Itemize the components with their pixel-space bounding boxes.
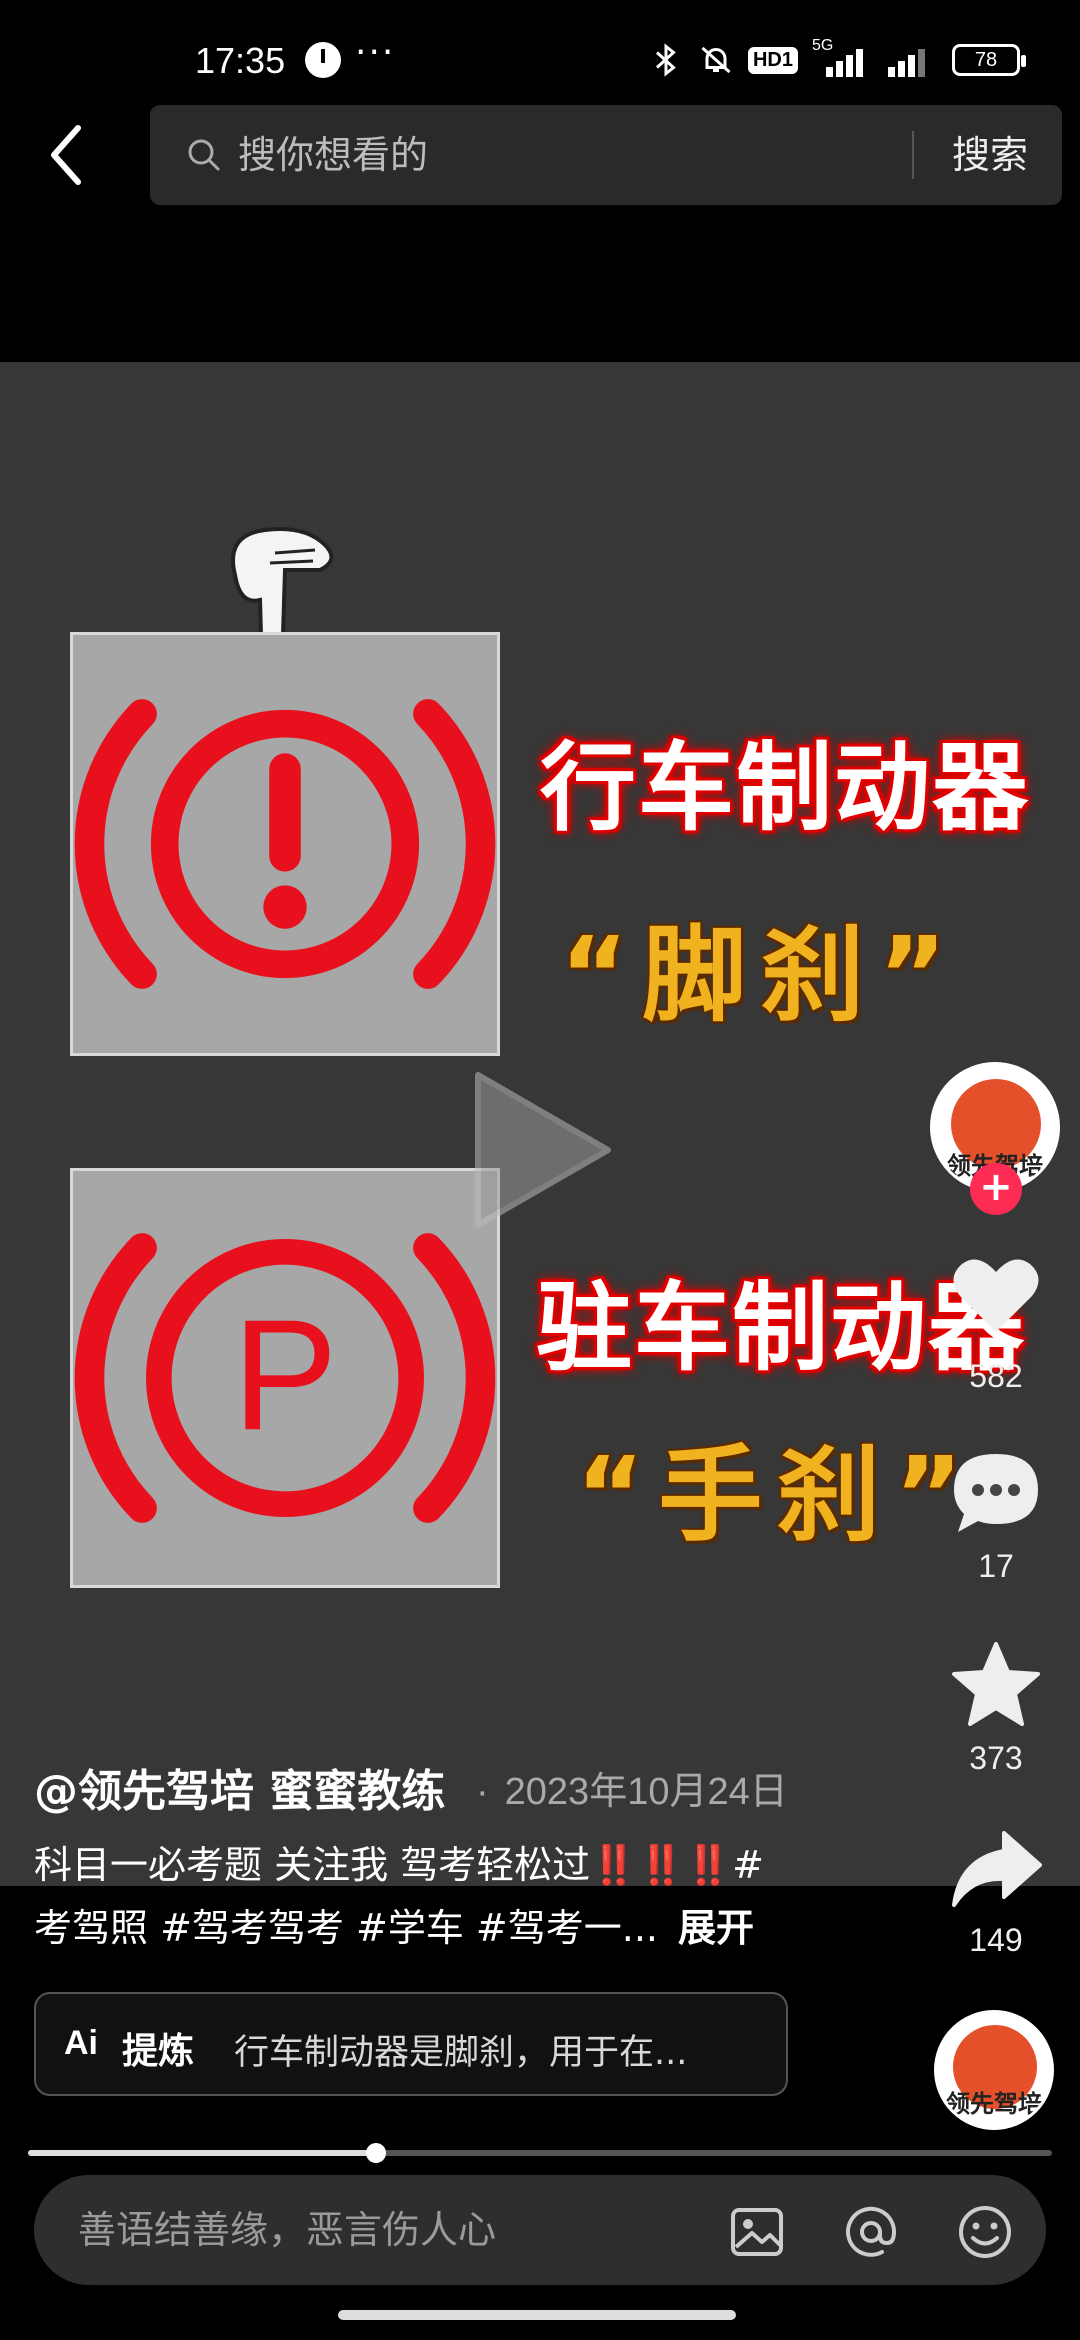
chevron-left-icon (51, 125, 81, 185)
parking-p-symbol: P (232, 1287, 337, 1463)
search-input[interactable] (238, 127, 938, 183)
status-indicators: HD1 5G 78 (648, 37, 1026, 80)
mention-button[interactable] (842, 2203, 900, 2261)
progress-fill (28, 2150, 377, 2156)
at-sign-icon (846, 2206, 897, 2257)
image-icon (731, 2208, 783, 2256)
progress-knob[interactable] (366, 2143, 387, 2163)
clock-icon (305, 42, 341, 78)
ai-sparkle-icon: Ai (64, 2024, 98, 2062)
mute-bell-icon (698, 42, 734, 78)
caption-hashtags[interactable]: 考驾照 #驾考驾考 #学车 #驾考一... (34, 1906, 658, 1950)
music-disc-text: 领先驾培 (946, 2089, 1042, 2118)
search-button[interactable]: 搜索 (930, 127, 1050, 183)
caption-hand-brake: “手刹” (576, 1434, 977, 1556)
status-bar: 17:35 ··· HD1 5G 78 (0, 0, 1080, 90)
share-arrow-icon (952, 1831, 1042, 1907)
emoji-button[interactable] (956, 2203, 1014, 2261)
post-caption-line2: 考驾照 #驾考驾考 #学车 #驾考一... 展开 (34, 1897, 754, 1952)
star-icon (952, 1642, 1040, 1726)
play-button[interactable] (468, 1065, 618, 1235)
signal-icon (882, 43, 938, 77)
caption-hash[interactable]: # (732, 1843, 764, 1887)
share-count: 149 (969, 1922, 1023, 1958)
signal-5g-icon: 5G (812, 37, 868, 77)
comment-input[interactable] (78, 2201, 698, 2259)
search-header: 搜索 (0, 90, 1080, 220)
bluetooth-icon (648, 42, 684, 78)
smiley-icon (959, 2206, 1011, 2258)
comment-button[interactable] (948, 1448, 1044, 1538)
like-count: 582 (969, 1358, 1023, 1394)
hd-badge: HD1 (747, 46, 798, 74)
more-notifications-icon: ··· (355, 32, 396, 73)
post-date: 2023年10月24日 (476, 1760, 788, 1815)
favorite-button[interactable] (948, 1640, 1044, 1730)
summary-text: 行车制动器是脚刹，用于在... (234, 2033, 688, 2073)
follow-button[interactable]: + (970, 1163, 1022, 1215)
parking-brake-sign: P (70, 1168, 500, 1588)
comment-bar (34, 2175, 1046, 2285)
caption-service-brake: 行车制动器 (540, 732, 1030, 844)
summary-label: 提炼 (122, 2031, 195, 2072)
play-icon (475, 1072, 611, 1228)
share-button[interactable] (948, 1825, 1044, 1915)
caption-exclamation-emoji: ‼️‼️‼️ (590, 1843, 733, 1887)
heart-icon (953, 1259, 1039, 1332)
search-divider (912, 131, 914, 179)
search-bar[interactable]: 搜索 (150, 105, 1062, 205)
network-type: 5G (812, 37, 834, 54)
brake-warning-sign (70, 632, 500, 1056)
video-progress-bar[interactable] (28, 2143, 1052, 2163)
battery-level: 78 (974, 48, 998, 71)
favorite-count: 373 (969, 1740, 1023, 1776)
search-icon (188, 139, 220, 171)
like-button[interactable] (948, 1250, 1044, 1340)
author-name[interactable]: @领先驾培 蜜蜜教练 (34, 1755, 445, 1819)
caption-text: 科目一必考题 关注我 驾考轻松过 (34, 1843, 591, 1887)
post-caption-line1: 科目一必考题 关注我 驾考轻松过‼️‼️‼️# (34, 1834, 764, 1889)
home-indicator[interactable] (338, 2310, 736, 2320)
expand-link[interactable]: 展开 (678, 1906, 754, 1950)
image-button[interactable] (728, 2203, 786, 2261)
caption-foot-brake: “脚刹” (560, 914, 961, 1036)
music-disc-avatar[interactable]: 领先驾培 (934, 2010, 1054, 2130)
status-time: 17:35 (195, 40, 286, 81)
ai-summary-chip[interactable]: Ai 提炼 行车制动器是脚刹，用于在... (34, 1992, 788, 2096)
comment-bubble-icon (954, 1454, 1038, 1532)
back-button[interactable] (40, 120, 100, 190)
battery-icon: 78 (952, 44, 1026, 76)
comment-count: 17 (978, 1548, 1014, 1584)
